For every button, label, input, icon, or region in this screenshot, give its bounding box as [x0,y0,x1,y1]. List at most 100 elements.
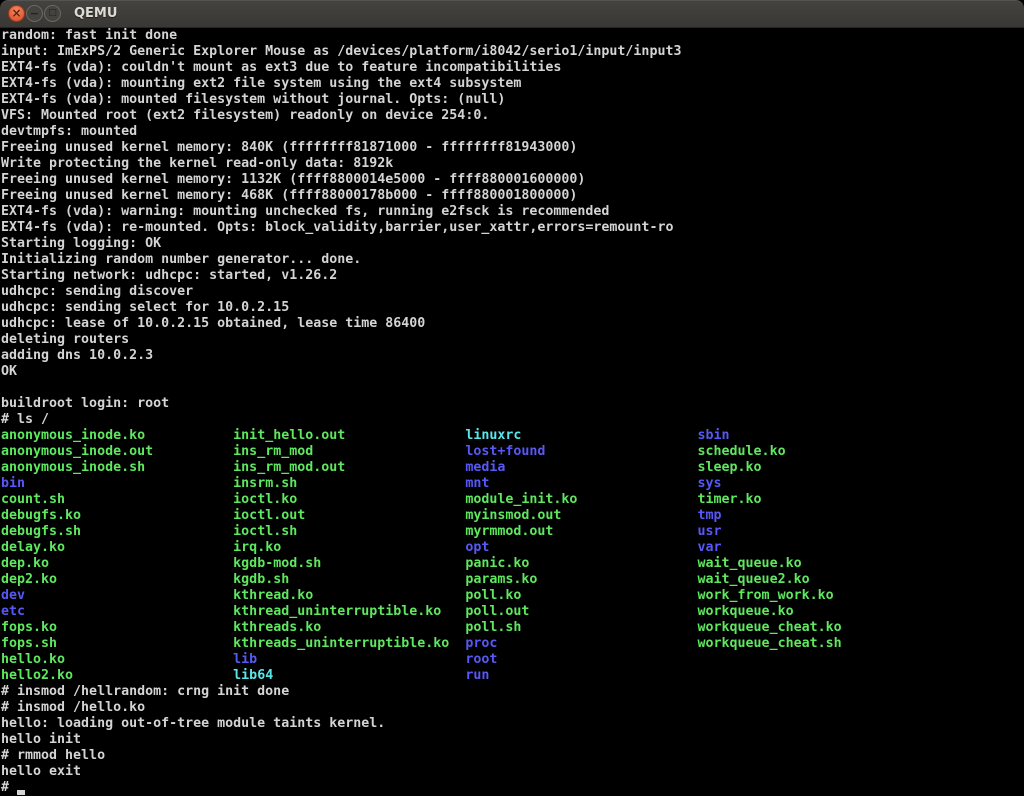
file-entry: lib [233,652,465,667]
file-entry: opt [465,540,697,555]
file-entry: sys [698,476,722,491]
terminal-line: udhcpc: sending discover [1,284,1024,300]
terminal-line: hello.ko lib root [1,652,1024,668]
file-entry: lib64 [233,668,465,683]
file-entry: panic.ko [465,556,697,571]
file-entry: myrmmod.out [465,524,697,539]
file-entry: mnt [465,476,697,491]
file-entry: lost+found [465,444,697,459]
terminal-line: Freeing unused kernel memory: 840K (ffff… [1,140,1024,156]
terminal-line: dep2.ko kgdb.sh params.ko wait_queue2.ko [1,572,1024,588]
file-entry: debugfs.ko [1,508,233,523]
file-entry: run [465,668,489,683]
minimize-button[interactable]: − [26,5,43,22]
file-entry: var [698,540,722,555]
terminal-line: delay.ko irq.ko opt var [1,540,1024,556]
terminal-line: EXT4-fs (vda): warning: mounting uncheck… [1,204,1024,220]
terminal-line: udhcpc: sending select for 10.0.2.15 [1,300,1024,316]
terminal-line: devtmpfs: mounted [1,124,1024,140]
file-entry: debugfs.sh [1,524,233,539]
terminal-line: input: ImExPS/2 Generic Explorer Mouse a… [1,44,1024,60]
terminal-line: VFS: Mounted root (ext2 filesystem) read… [1,108,1024,124]
terminal-line: EXT4-fs (vda): couldn't mount as ext3 du… [1,60,1024,76]
terminal-line: bin insrm.sh mnt sys [1,476,1024,492]
file-entry: workqueue_cheat.sh [698,636,842,651]
file-entry: module_init.ko [465,492,697,507]
file-entry: workqueue_cheat.ko [698,620,842,635]
file-entry: count.sh [1,492,233,507]
terminal-line: # ls / [1,412,1024,428]
terminal-screen[interactable]: random: fast init doneinput: ImExPS/2 Ge… [0,28,1024,796]
window-title: QEMU [74,6,117,21]
terminal-line [1,380,1024,396]
file-entry: sbin [698,428,730,443]
file-entry: ioctl.out [233,508,465,523]
file-entry: kthreads_uninterruptible.ko [233,636,465,651]
file-entry: ioctl.ko [233,492,465,507]
file-entry: kgdb.sh [233,572,465,587]
file-entry: kthreads.ko [233,620,465,635]
file-entry: anonymous_inode.out [1,444,233,459]
terminal-line: fops.sh kthreads_uninterruptible.ko proc… [1,636,1024,652]
file-entry: proc [465,636,697,651]
file-entry: ioctl.sh [233,524,465,539]
qemu-window: × − □ QEMU random: fast init doneinput: … [0,0,1024,796]
terminal-line: Starting logging: OK [1,236,1024,252]
terminal-line: EXT4-fs (vda): mounting ext2 file system… [1,76,1024,92]
terminal-line: hello: loading out-of-tree module taints… [1,716,1024,732]
file-entry: ins_rm_mod.out [233,460,465,475]
terminal-line: anonymous_inode.out ins_rm_mod lost+foun… [1,444,1024,460]
file-entry: usr [698,524,722,539]
file-entry: insrm.sh [233,476,465,491]
titlebar[interactable]: × − □ QEMU [0,0,1024,28]
file-entry: fops.sh [1,636,233,651]
file-entry: fops.ko [1,620,233,635]
terminal-line: # rmmod hello [1,748,1024,764]
file-entry: root [465,652,497,667]
terminal-line: random: fast init done [1,28,1024,44]
terminal-line: EXT4-fs (vda): mounted filesystem withou… [1,92,1024,108]
terminal-line: Freeing unused kernel memory: 468K (ffff… [1,188,1024,204]
terminal-line: fops.ko kthreads.ko poll.sh workqueue_ch… [1,620,1024,636]
file-entry: etc [1,604,233,619]
file-entry: workqueue.ko [698,604,794,619]
close-button[interactable]: × [8,5,25,22]
file-entry: tmp [698,508,722,523]
terminal-line: etc kthread_uninterruptible.ko poll.out … [1,604,1024,620]
file-entry: dev [1,588,233,603]
terminal-line: hello2.ko lib64 run [1,668,1024,684]
terminal-line: anonymous_inode.ko init_hello.out linuxr… [1,428,1024,444]
file-entry: wait_queue.ko [698,556,802,571]
file-entry: poll.out [465,604,697,619]
terminal-line: Starting network: udhcpc: started, v1.26… [1,268,1024,284]
file-entry: anonymous_inode.ko [1,428,233,443]
file-entry: hello2.ko [1,668,233,683]
terminal-line: debugfs.sh ioctl.sh myrmmod.out usr [1,524,1024,540]
terminal-line: adding dns 10.0.2.3 [1,348,1024,364]
terminal-line: # insmod /hellrandom: crng init done [1,684,1024,700]
file-entry: poll.ko [465,588,697,603]
terminal-line: OK [1,364,1024,380]
file-entry: init_hello.out [233,428,465,443]
terminal-line: dev kthread.ko poll.ko work_from_work.ko [1,588,1024,604]
file-entry: bin [1,476,233,491]
file-entry: sleep.ko [698,460,762,475]
file-entry: params.ko [465,572,697,587]
maximize-icon: □ [48,9,57,18]
terminal-line: # insmod /hello.ko [1,700,1024,716]
terminal-line: hello init [1,732,1024,748]
file-entry: ins_rm_mod [233,444,465,459]
shell-prompt-line: # [1,780,1024,796]
file-entry: wait_queue2.ko [698,572,810,587]
file-entry: anonymous_inode.sh [1,460,233,475]
file-entry: linuxrc [465,428,697,443]
terminal-line: deleting routers [1,332,1024,348]
terminal-line: dep.ko kgdb-mod.sh panic.ko wait_queue.k… [1,556,1024,572]
file-entry: delay.ko [1,540,233,555]
terminal-line: Write protecting the kernel read-only da… [1,156,1024,172]
terminal-line: hello exit [1,764,1024,780]
file-entry: poll.sh [465,620,697,635]
file-entry: hello.ko [1,652,233,667]
maximize-button[interactable]: □ [44,5,61,22]
file-entry: kgdb-mod.sh [233,556,465,571]
